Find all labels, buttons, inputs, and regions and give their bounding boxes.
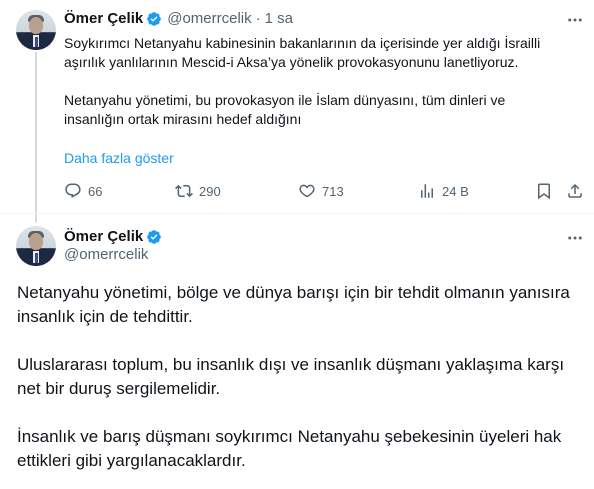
views-count: 24 B bbox=[442, 183, 469, 199]
tweet-header: Ömer Çelik @omerrcelik · 1 sa bbox=[64, 10, 293, 27]
author-name[interactable]: Ömer Çelik bbox=[64, 10, 143, 27]
tweet-text: Soykırımcı Netanyahu kabinesinin bakanla… bbox=[64, 34, 564, 129]
bookmark-button[interactable] bbox=[535, 182, 559, 200]
repost-icon bbox=[175, 184, 193, 198]
more-options-button[interactable] bbox=[565, 10, 585, 30]
tweet-paragraph: Netanyahu yönetimi, bu provokasyon ile İ… bbox=[64, 92, 506, 127]
tweet-paragraph: İnsanlık ve barış düşmanı soykırımcı Net… bbox=[17, 427, 562, 470]
reply-icon bbox=[65, 183, 81, 198]
separator-dot: · bbox=[255, 10, 261, 27]
like-button[interactable]: 713 bbox=[298, 182, 344, 200]
views-icon bbox=[421, 184, 433, 198]
tweet-paragraph: Soykırımcı Netanyahu kabinesinin bakanla… bbox=[64, 35, 541, 70]
verified-badge-icon bbox=[147, 229, 162, 244]
avatar[interactable] bbox=[16, 226, 56, 266]
thread-connector-line bbox=[35, 52, 37, 222]
tweet-text: Netanyahu yönetimi, bölge ve dünya barış… bbox=[17, 281, 577, 473]
share-icon bbox=[568, 183, 582, 198]
show-more-link[interactable]: Daha fazla göster bbox=[64, 150, 174, 166]
divider bbox=[0, 213, 594, 214]
more-icon bbox=[568, 18, 582, 22]
verified-badge-icon bbox=[147, 11, 162, 26]
reply-button[interactable]: 66 bbox=[64, 182, 102, 200]
more-options-button[interactable] bbox=[565, 228, 585, 248]
author-handle[interactable]: @omerrcelik bbox=[64, 246, 162, 263]
tweet-header: Ömer Çelik @omerrcelik bbox=[64, 228, 162, 263]
bookmark-icon bbox=[538, 183, 550, 200]
avatar[interactable] bbox=[16, 10, 56, 50]
tweet-actions: 66 290 713 24 B bbox=[64, 182, 584, 202]
like-count: 713 bbox=[322, 183, 344, 199]
share-button[interactable] bbox=[566, 182, 590, 200]
timestamp[interactable]: 1 sa bbox=[265, 10, 293, 27]
author-name[interactable]: Ömer Çelik bbox=[64, 228, 143, 245]
author-handle[interactable]: @omerrcelik bbox=[167, 10, 251, 27]
like-icon bbox=[299, 184, 315, 198]
more-icon bbox=[568, 236, 582, 240]
repost-button[interactable]: 290 bbox=[175, 182, 221, 200]
views-button[interactable]: 24 B bbox=[418, 182, 469, 200]
tweet-paragraph: Netanyahu yönetimi, bölge ve dünya barış… bbox=[17, 283, 570, 326]
tweet-paragraph: Uluslararası toplum, bu insanlık dışı ve… bbox=[17, 355, 565, 398]
repost-count: 290 bbox=[199, 183, 221, 199]
reply-count: 66 bbox=[88, 183, 103, 199]
